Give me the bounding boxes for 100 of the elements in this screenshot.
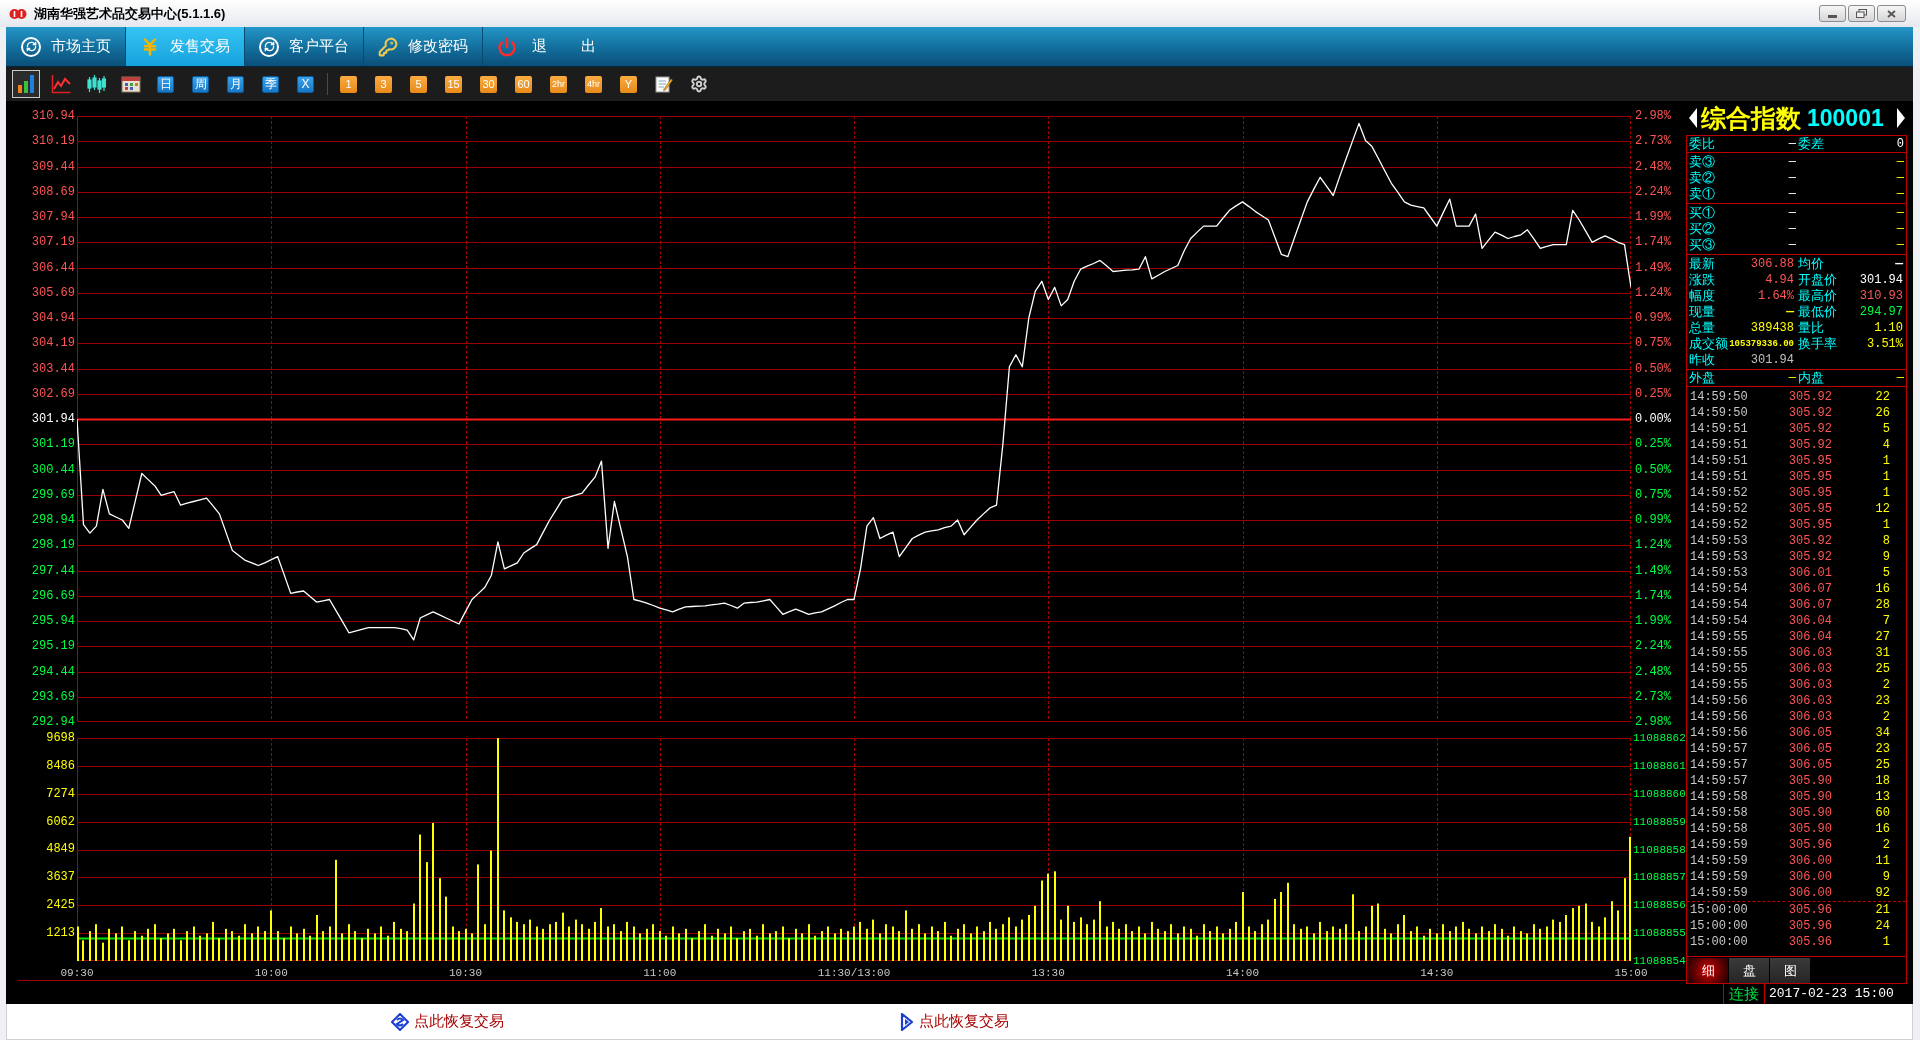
period-button[interactable]: 60 — [515, 75, 532, 93]
line-chart-icon — [50, 74, 71, 94]
quote-value: 301.94 — [1750, 352, 1794, 368]
trade-price: 306.05 — [1787, 725, 1832, 741]
quote-value: 105379336.00 — [1729, 338, 1794, 351]
trade-volume: 25 — [1874, 661, 1890, 677]
period-button[interactable]: 1 — [340, 75, 357, 93]
cycle-button[interactable]: 月 — [227, 75, 244, 93]
percent-axis-label: 2.48% — [1635, 664, 1671, 679]
quote-value: 306.88 — [1750, 256, 1794, 272]
percent-axis-label: 0.99% — [1635, 311, 1671, 325]
price-axis-label: 303.44 — [31, 361, 75, 376]
trade-price: 305.95 — [1787, 469, 1832, 485]
percent-axis-label: 1.24% — [1635, 285, 1671, 300]
price-axis-label: 293.69 — [31, 689, 75, 704]
time-axis-label: 11:30/13:00 — [817, 967, 891, 980]
minimize-button[interactable] — [1819, 5, 1846, 22]
trade-volume: 34 — [1874, 725, 1890, 741]
detail-tab[interactable]: 图 — [1770, 958, 1810, 983]
detail-tab[interactable]: 盘 — [1729, 958, 1769, 983]
price-axis-label: 296.69 — [31, 588, 75, 603]
order-volume: — — [1896, 221, 1904, 237]
quote-label: 现量 — [1689, 304, 1715, 320]
trade-volume: 13 — [1874, 789, 1890, 805]
trade-price: 306.05 — [1787, 741, 1832, 757]
trade-volume: 31 — [1874, 645, 1890, 661]
trade-price: 305.95 — [1787, 501, 1832, 517]
trade-time: 15:00:00 — [1690, 934, 1749, 950]
trade-price: 305.95 — [1787, 517, 1832, 533]
triangle-left-icon[interactable] — [1689, 108, 1697, 128]
trade-time: 15:00:00 — [1690, 902, 1749, 918]
bar-chart-icon — [15, 74, 36, 94]
period-button[interactable]: 15 — [445, 75, 462, 93]
menu-tab[interactable]: 客户平台 — [245, 27, 364, 66]
trade-time: 14:59:56 — [1690, 725, 1749, 741]
trade-volume: 1 — [1881, 934, 1890, 950]
order-price: — — [1788, 186, 1796, 202]
restore-button[interactable] — [1848, 5, 1875, 22]
quote-label: 最低价 — [1798, 304, 1837, 320]
price-axis-label: 307.94 — [31, 210, 75, 224]
trade-time: 14:59:52 — [1690, 501, 1749, 517]
time-axis-label: 14:30 — [1420, 967, 1454, 980]
quote-value: — — [1895, 256, 1903, 272]
cycle-button[interactable]: 日 — [157, 75, 174, 93]
price-axis-label: 297.44 — [31, 563, 75, 578]
chart-mode-button[interactable] — [11, 70, 40, 98]
menu-tab[interactable]: 退 出 — [483, 27, 602, 66]
menu-tab[interactable]: 修改密码 — [364, 27, 483, 66]
percent-axis-label: 0.99% — [1635, 513, 1671, 527]
percent-axis-label: 2.48% — [1635, 159, 1671, 174]
menu-tab[interactable]: 发售交易 — [126, 27, 245, 66]
restore-trading-link[interactable]: 点此恢复交易 — [391, 1010, 504, 1033]
quote-label: 涨跌 — [1689, 272, 1715, 288]
percent-axis-label: 0.25% — [1635, 437, 1671, 452]
price-axis-label: 302.69 — [31, 386, 75, 401]
percent-axis-label: 2.24% — [1635, 184, 1671, 199]
trade-time: 14:59:51 — [1690, 453, 1749, 469]
index-code: 100001 — [1807, 104, 1884, 133]
trade-time: 14:59:56 — [1690, 709, 1749, 725]
close-button[interactable] — [1877, 5, 1906, 22]
trade-time: 14:59:50 — [1690, 405, 1749, 421]
trade-price: 305.92 — [1787, 405, 1832, 421]
period-button[interactable]: 4hr — [585, 75, 602, 93]
period-button[interactable]: Y — [620, 75, 637, 93]
percent-axis-label: 0.00% — [1635, 412, 1671, 426]
trade-volume: 1 — [1881, 517, 1890, 533]
percent-axis-label: 1.49% — [1635, 563, 1671, 578]
time-axis-label: 15:00 — [1614, 967, 1648, 980]
settings-button[interactable] — [688, 74, 709, 94]
price-axis-label: 298.94 — [31, 513, 75, 527]
quote-label: 幅度 — [1689, 288, 1715, 304]
triangle-right-icon[interactable] — [1897, 108, 1905, 128]
period-button[interactable]: 5 — [410, 75, 427, 93]
detail-tab[interactable]: 细 — [1688, 958, 1728, 983]
trade-time: 14:59:57 — [1690, 757, 1749, 773]
trade-price: 305.95 — [1787, 453, 1832, 469]
period-button[interactable]: 30 — [480, 75, 497, 93]
trade-volume: 7 — [1881, 613, 1890, 629]
trade-price: 305.96 — [1787, 918, 1832, 934]
restore-icon — [1856, 9, 1867, 18]
notepad-button[interactable] — [653, 74, 674, 94]
volume-axis-label: 6062 — [46, 815, 75, 828]
trade-price: 305.92 — [1787, 389, 1832, 405]
quote-label: 最高价 — [1798, 288, 1837, 304]
price-axis-label: 304.19 — [31, 336, 75, 351]
period-button[interactable]: 3 — [375, 75, 392, 93]
restore-trading-link[interactable]: 点此恢复交易 — [900, 1010, 1009, 1033]
period-button[interactable]: 2hr — [550, 75, 567, 93]
trade-price: 306.04 — [1787, 629, 1832, 645]
quote-label: 最新 — [1689, 256, 1715, 272]
order-level-label: 买② — [1689, 221, 1715, 237]
cycle-button[interactable]: X — [297, 75, 314, 93]
volume-axis-label: 1213 — [46, 926, 75, 939]
trade-volume: 1 — [1881, 469, 1890, 485]
trade-volume: 24 — [1874, 918, 1890, 934]
cycle-button[interactable]: 季 — [262, 75, 279, 93]
quote-value: 294.97 — [1859, 304, 1903, 320]
cycle-button[interactable]: 周 — [192, 75, 209, 93]
order-level-label: 买① — [1689, 205, 1715, 221]
trade-volume: 26 — [1874, 405, 1890, 421]
